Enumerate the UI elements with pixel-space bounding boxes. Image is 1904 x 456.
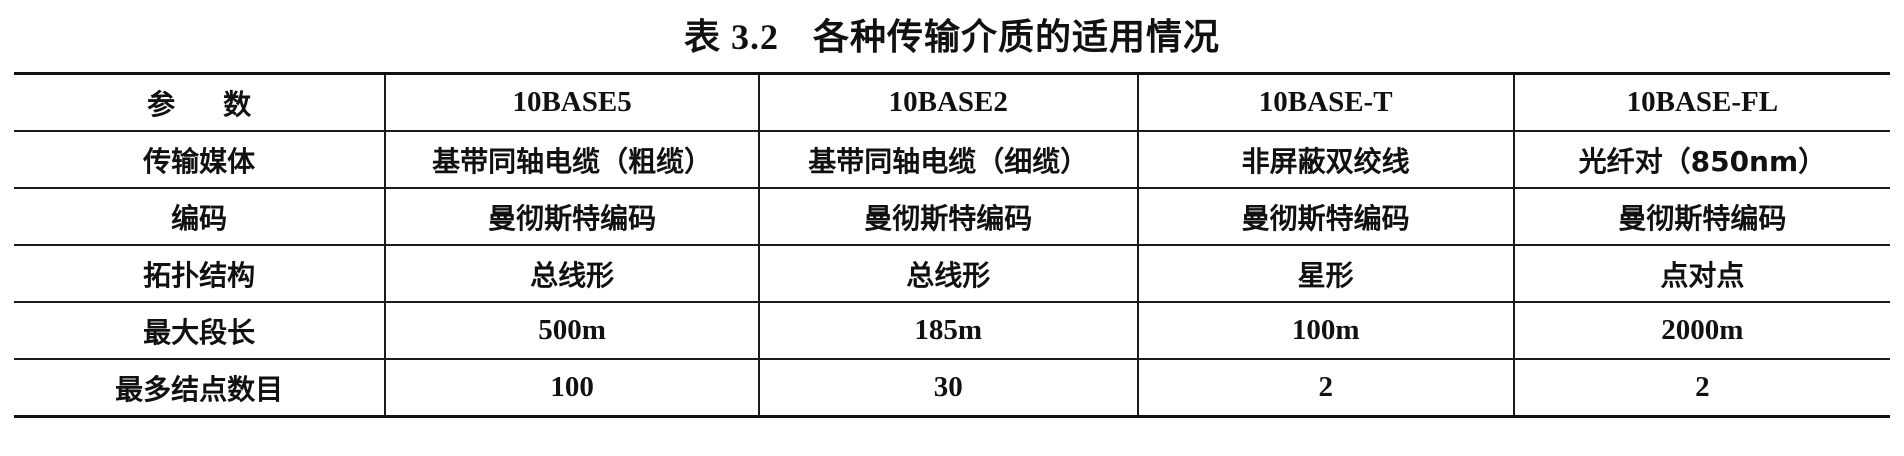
table-cell: 总线形: [384, 244, 760, 303]
row-label: 传输媒体: [14, 130, 387, 189]
table-cell: 总线形: [757, 244, 1139, 303]
table-cell: 曼彻斯特编码: [757, 187, 1139, 246]
row-label: 编码: [14, 187, 387, 246]
header-param: 参数: [14, 72, 387, 132]
table-cell: 100m: [1136, 301, 1515, 360]
header-10base2: 10BASE2: [757, 72, 1139, 132]
table-cell: 185m: [757, 301, 1139, 360]
table-cell: 2000m: [1512, 301, 1890, 360]
row-label: 最大段长: [14, 301, 387, 360]
header-10base-t: 10BASE-T: [1136, 72, 1515, 132]
table-row-max-segment: 最大段长 500m 185m 100m 2000m: [14, 301, 1890, 360]
header-10base-fl: 10BASE-FL: [1512, 72, 1890, 132]
table-cell: 光纤对（850nm）: [1512, 130, 1890, 189]
table-cell: 2: [1136, 358, 1515, 418]
row-label: 拓扑结构: [14, 244, 387, 303]
table-cell: 基带同轴电缆（细缆）: [757, 130, 1139, 189]
table-title: 各种传输介质的适用情况: [813, 17, 1221, 58]
table-header-row: 参数 10BASE5 10BASE2 10BASE-T 10BASE-FL: [14, 72, 1890, 132]
table-cell: 曼彻斯特编码: [384, 187, 760, 246]
table-cell: 星形: [1136, 244, 1515, 303]
table-cell: 曼彻斯特编码: [1512, 187, 1890, 246]
table-cell: 500m: [384, 301, 760, 360]
table-row-max-nodes: 最多结点数目 100 30 2 2: [14, 358, 1890, 418]
table-cell: 基带同轴电缆（粗缆）: [384, 130, 760, 189]
row-label: 最多结点数目: [14, 358, 387, 418]
table-row-topology: 拓扑结构 总线形 总线形 星形 点对点: [14, 244, 1890, 303]
table-cell: 非屏蔽双绞线: [1136, 130, 1515, 189]
table-row-medium: 传输媒体 基带同轴电缆（粗缆） 基带同轴电缆（细缆） 非屏蔽双绞线 光纤对（85…: [14, 130, 1890, 189]
table-cell: 30: [757, 358, 1139, 418]
table-cell: 2: [1512, 358, 1890, 418]
table-cell: 点对点: [1512, 244, 1890, 303]
table-cell: 100: [384, 358, 760, 418]
header-10base5: 10BASE5: [384, 72, 760, 132]
table-row-encoding: 编码 曼彻斯特编码 曼彻斯特编码 曼彻斯特编码 曼彻斯特编码: [14, 187, 1890, 246]
table-cell: 曼彻斯特编码: [1136, 187, 1515, 246]
table-caption: 表 3.2 各种传输介质的适用情况: [0, 8, 1904, 60]
table-number: 表 3.2: [683, 17, 779, 57]
transmission-media-table: 参数 10BASE5 10BASE2 10BASE-T 10BASE-FL 传输…: [14, 72, 1890, 418]
